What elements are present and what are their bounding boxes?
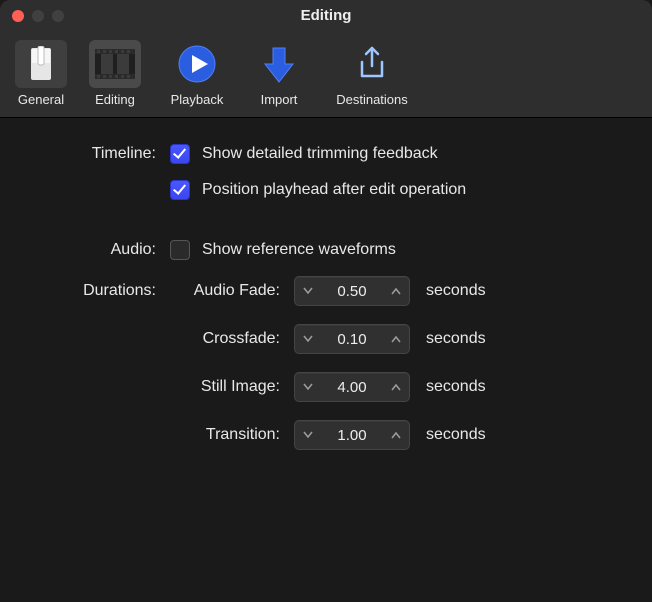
unit-label: seconds xyxy=(426,282,486,300)
timeline-row-2: Position playhead after edit operation xyxy=(20,180,612,200)
filmstrip-icon xyxy=(89,40,141,88)
duration-sublabel: Crossfade: xyxy=(170,330,294,348)
stepper-decrement[interactable] xyxy=(295,373,321,401)
toolbar-tab-editing[interactable]: Editing xyxy=(84,36,146,111)
stepper-decrement[interactable] xyxy=(295,421,321,449)
toolbar-tab-label: Destinations xyxy=(336,92,408,107)
zoom-window-button[interactable] xyxy=(52,10,64,22)
editing-pane: Timeline: Show detailed trimming feedbac… xyxy=(0,118,652,498)
unit-label: seconds xyxy=(426,426,486,444)
duration-sublabel: Still Image: xyxy=(170,378,294,396)
toolbar-tab-label: General xyxy=(18,92,64,107)
checkbox-position-playhead[interactable] xyxy=(170,180,190,200)
close-window-button[interactable] xyxy=(12,10,24,22)
download-arrow-icon xyxy=(253,40,305,88)
unit-label: seconds xyxy=(426,378,486,396)
toolbar-tab-general[interactable]: General xyxy=(10,36,72,111)
toolbar-tab-destinations[interactable]: Destinations xyxy=(322,36,422,111)
duration-row-still-image: Still Image: 4.00 seconds xyxy=(20,372,612,402)
durations-section-label: Durations: xyxy=(20,282,170,300)
stepper-increment[interactable] xyxy=(383,325,409,353)
audio-row: Audio: Show reference waveforms xyxy=(20,240,612,260)
unit-label: seconds xyxy=(426,330,486,348)
stepper-decrement[interactable] xyxy=(295,277,321,305)
checkbox-label: Position playhead after edit operation xyxy=(202,181,466,199)
minimize-window-button[interactable] xyxy=(32,10,44,22)
audio-section-label: Audio: xyxy=(20,241,170,259)
checkbox-show-trimming-feedback[interactable] xyxy=(170,144,190,164)
toolbar-tab-import[interactable]: Import xyxy=(248,36,310,111)
duration-row-transition: Transition: 1.00 seconds xyxy=(20,420,612,450)
toolbar-tab-label: Import xyxy=(261,92,298,107)
toolbar-tab-label: Editing xyxy=(95,92,135,107)
duration-sublabel: Audio Fade: xyxy=(170,282,294,300)
duration-sublabel: Transition: xyxy=(170,426,294,444)
stepper-value: 4.00 xyxy=(321,379,383,396)
stepper-value: 0.10 xyxy=(321,331,383,348)
stepper-increment[interactable] xyxy=(383,421,409,449)
stepper-transition[interactable]: 1.00 xyxy=(294,420,410,450)
stepper-decrement[interactable] xyxy=(295,325,321,353)
stepper-increment[interactable] xyxy=(383,373,409,401)
window-title: Editing xyxy=(0,7,652,24)
stepper-value: 0.50 xyxy=(321,283,383,300)
timeline-section-label: Timeline: xyxy=(20,145,170,163)
stepper-increment[interactable] xyxy=(383,277,409,305)
preferences-toolbar: General Editing Playback xyxy=(0,30,652,118)
checkbox-label: Show detailed trimming feedback xyxy=(202,145,438,163)
stepper-crossfade[interactable]: 0.10 xyxy=(294,324,410,354)
checkbox-label: Show reference waveforms xyxy=(202,241,396,259)
switch-icon xyxy=(15,40,67,88)
toolbar-tab-playback[interactable]: Playback xyxy=(158,36,236,111)
stepper-audio-fade[interactable]: 0.50 xyxy=(294,276,410,306)
duration-row-audio-fade: Durations: Audio Fade: 0.50 seconds xyxy=(20,276,612,306)
stepper-value: 1.00 xyxy=(321,427,383,444)
play-icon xyxy=(171,40,223,88)
duration-row-crossfade: Crossfade: 0.10 seconds xyxy=(20,324,612,354)
toolbar-tab-label: Playback xyxy=(171,92,224,107)
share-icon xyxy=(346,40,398,88)
checkbox-show-reference-waveforms[interactable] xyxy=(170,240,190,260)
window-controls xyxy=(12,10,64,22)
timeline-row-1: Timeline: Show detailed trimming feedbac… xyxy=(20,144,612,164)
titlebar: Editing xyxy=(0,0,652,30)
stepper-still-image[interactable]: 4.00 xyxy=(294,372,410,402)
